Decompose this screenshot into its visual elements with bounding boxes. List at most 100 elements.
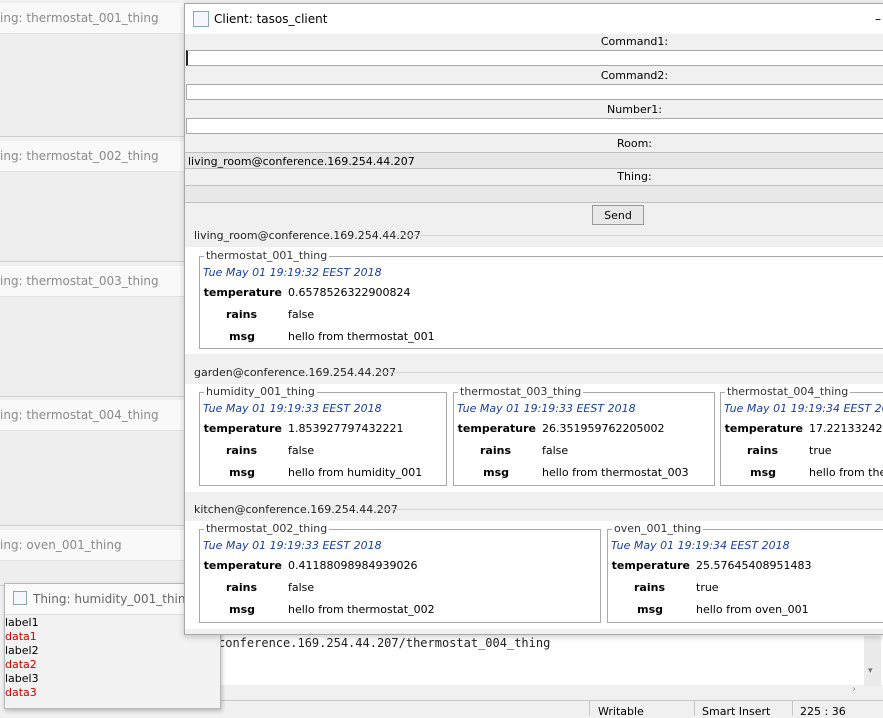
room-divider bbox=[379, 372, 883, 373]
msg-label: msg bbox=[229, 330, 255, 343]
java-icon bbox=[13, 591, 27, 605]
msg-value: hello from thermostat_003 bbox=[542, 466, 689, 479]
rains-value: false bbox=[288, 581, 315, 594]
room-heading: kitchen@conference.169.254.44.207 bbox=[194, 503, 398, 516]
label-row: label2 bbox=[5, 644, 39, 657]
java-icon bbox=[193, 11, 209, 27]
window-title[interactable]: ing: thermostat_003_thing bbox=[0, 266, 184, 297]
label-row: label3 bbox=[5, 672, 39, 685]
thing-window-oven-001[interactable]: ing: oven_001_thing bbox=[0, 530, 184, 586]
thing-panel: thermostat_004_thing Tue May 01 19:19:34… bbox=[720, 385, 883, 486]
rains-value: true bbox=[809, 444, 832, 457]
send-button[interactable]: Send bbox=[592, 205, 644, 225]
thing-label: Thing: bbox=[617, 170, 652, 183]
temperature-label: temperature bbox=[203, 559, 282, 572]
room-heading: living_room@conference.169.254.44.207 bbox=[194, 229, 421, 242]
rains-label: rains bbox=[226, 444, 257, 457]
msg-value: hello from therm bbox=[809, 466, 883, 479]
msg-value: hello from thermostat_002 bbox=[288, 603, 435, 616]
window-title[interactable]: ing: thermostat_001_thing bbox=[0, 3, 184, 34]
code-editor[interactable]: conference.169.254.44.207/thermostat_004… bbox=[184, 630, 883, 685]
rains-value: false bbox=[288, 444, 315, 457]
thing-timestamp: Tue May 01 19:19:34 EEST 2018 bbox=[724, 402, 883, 415]
room-divider bbox=[379, 509, 883, 510]
thing-timestamp: Tue May 01 19:19:33 EEST 2018 bbox=[457, 402, 636, 415]
scroll-down-icon[interactable]: ▾ bbox=[868, 666, 873, 676]
msg-value: hello from thermostat_001 bbox=[288, 330, 435, 343]
status-divider bbox=[694, 701, 695, 716]
msg-label: msg bbox=[229, 466, 255, 479]
status-divider bbox=[792, 701, 793, 716]
data-row: data2 bbox=[5, 658, 37, 671]
room-label: Room: bbox=[616, 137, 653, 150]
client-window[interactable]: Client: tasos_client – Command1: Command… bbox=[184, 3, 883, 635]
number1-label: Number1: bbox=[607, 103, 662, 116]
window-title[interactable]: ing: oven_001_thing bbox=[0, 530, 184, 561]
thing-window-thermostat-001[interactable]: ing: thermostat_001_thing bbox=[0, 3, 184, 137]
rains-value: true bbox=[696, 581, 719, 594]
number1-input[interactable] bbox=[186, 118, 883, 134]
thing-panel: thermostat_001_thing Tue May 01 19:19:32… bbox=[199, 249, 883, 349]
temperature-label: temperature bbox=[203, 286, 282, 299]
data-row: data3 bbox=[5, 686, 37, 699]
thing-panel: humidity_001_thing Tue May 01 19:19:33 E… bbox=[199, 385, 447, 486]
room-heading: garden@conference.169.254.44.207 bbox=[194, 366, 396, 379]
temperature-value: 25.57645408951483 bbox=[696, 559, 812, 572]
thing-window-thermostat-002[interactable]: ing: thermostat_002_thing bbox=[0, 141, 184, 262]
thing-name: thermostat_002_thing bbox=[204, 522, 330, 535]
thing-name: thermostat_001_thing bbox=[204, 249, 330, 262]
client-titlebar[interactable]: Client: tasos_client – bbox=[185, 4, 883, 34]
room-panel: thermostat_001_thing Tue May 01 19:19:32… bbox=[185, 247, 883, 354]
room-panel: thermostat_002_thing Tue May 01 19:19:33… bbox=[185, 521, 883, 629]
window-title: Client: tasos_client bbox=[214, 12, 328, 26]
rains-label: rains bbox=[747, 444, 778, 457]
thing-name: oven_001_thing bbox=[612, 522, 704, 535]
temperature-label: temperature bbox=[457, 422, 536, 435]
temperature-value: 26.351959762205002 bbox=[542, 422, 665, 435]
temperature-label: temperature bbox=[611, 559, 690, 572]
rains-label: rains bbox=[634, 581, 665, 594]
room-divider bbox=[395, 235, 883, 236]
msg-label: msg bbox=[483, 466, 509, 479]
rains-value: false bbox=[288, 308, 315, 321]
thing-window-thermostat-003[interactable]: ing: thermostat_003_thing bbox=[0, 266, 184, 397]
rains-label: rains bbox=[480, 444, 511, 457]
status-divider bbox=[589, 701, 590, 716]
minimize-button[interactable]: – bbox=[872, 4, 883, 34]
status-cursor-position: 225 : 36 bbox=[800, 705, 846, 718]
temperature-label: temperature bbox=[203, 422, 282, 435]
room-panel: humidity_001_thing Tue May 01 19:19:33 E… bbox=[185, 384, 883, 492]
thing-timestamp: Tue May 01 19:19:32 EEST 2018 bbox=[203, 266, 382, 279]
command2-label: Command2: bbox=[600, 69, 669, 82]
command2-input[interactable] bbox=[186, 84, 883, 100]
command1-label: Command1: bbox=[600, 35, 669, 48]
status-bar: Writable Smart Insert 225 : 36 bbox=[184, 700, 883, 718]
thing-panel: oven_001_thing Tue May 01 19:19:34 EEST … bbox=[607, 522, 883, 623]
thing-name: thermostat_003_thing bbox=[458, 385, 584, 398]
msg-label: msg bbox=[750, 466, 776, 479]
window-title[interactable]: ing: thermostat_004_thing bbox=[0, 400, 184, 431]
status-insert-mode: Smart Insert bbox=[702, 705, 771, 718]
msg-label: msg bbox=[637, 603, 663, 616]
msg-value: hello from humidity_001 bbox=[288, 466, 423, 479]
window-title: Thing: humidity_001_thing bbox=[33, 592, 194, 606]
editor-scrollbar[interactable]: ▾ bbox=[864, 636, 881, 686]
thing-timestamp: Tue May 01 19:19:33 EEST 2018 bbox=[203, 402, 382, 415]
thing-timestamp: Tue May 01 19:19:33 EEST 2018 bbox=[203, 539, 382, 552]
thing-name: thermostat_004_thing bbox=[725, 385, 851, 398]
thing-panel: thermostat_002_thing Tue May 01 19:19:33… bbox=[199, 522, 601, 623]
command1-input[interactable] bbox=[186, 50, 883, 66]
thing-select[interactable] bbox=[185, 185, 883, 203]
window-title[interactable]: ing: thermostat_002_thing bbox=[0, 141, 184, 172]
temperature-value: 1.853927797432221 bbox=[288, 422, 404, 435]
temperature-label: temperature bbox=[724, 422, 803, 435]
status-mode: Writable bbox=[598, 705, 644, 718]
thing-window-thermostat-004[interactable]: ing: thermostat_004_thing bbox=[0, 400, 184, 526]
rains-value: false bbox=[542, 444, 569, 457]
room-select[interactable]: living_room@conference.169.254.44.207 bbox=[185, 152, 883, 169]
rains-label: rains bbox=[226, 581, 257, 594]
thing-name: humidity_001_thing bbox=[204, 385, 317, 398]
temperature-value: 17.2213324224 bbox=[809, 422, 883, 435]
scroll-right-icon[interactable]: › bbox=[852, 684, 856, 695]
thing-timestamp: Tue May 01 19:19:34 EEST 2018 bbox=[611, 539, 790, 552]
